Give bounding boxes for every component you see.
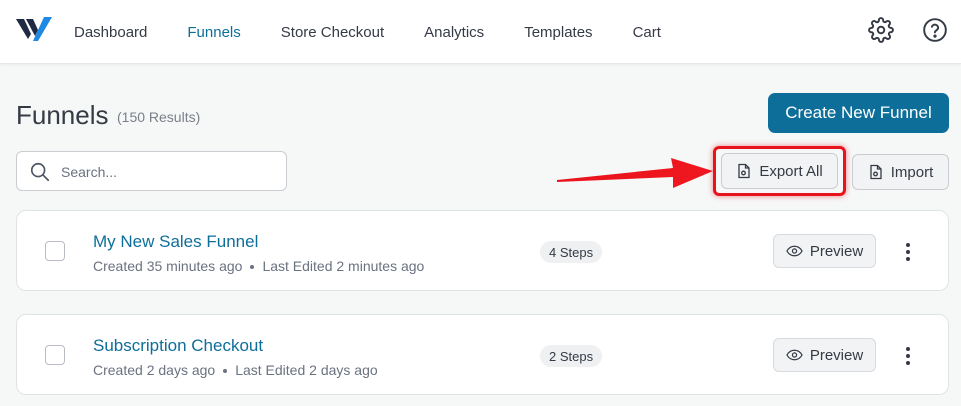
results-count: (150 Results)	[117, 109, 201, 125]
separator-dot	[250, 265, 255, 270]
nav-item-dashboard[interactable]: Dashboard	[74, 24, 147, 41]
eye-icon	[786, 349, 803, 361]
nav-item-cart[interactable]: Cart	[633, 24, 661, 41]
import-file-icon	[870, 164, 882, 180]
eye-icon	[786, 245, 803, 257]
funnel-created: Created 35 minutes ago	[93, 258, 243, 274]
funnel-card: My New Sales Funnel Created 35 minutes a…	[16, 210, 949, 291]
funnel-meta: Created 2 days ago Last Edited 2 days ago	[93, 362, 378, 378]
separator-dot	[223, 369, 228, 374]
create-new-funnel-button[interactable]: Create New Funnel	[768, 93, 949, 133]
app-logo-icon[interactable]	[16, 17, 52, 41]
top-navigation-bar: Dashboard Funnels Store Checkout Analyti…	[0, 0, 961, 64]
export-all-label: Export All	[759, 162, 823, 180]
nav-item-store-checkout[interactable]: Store Checkout	[281, 24, 384, 41]
funnel-card: Subscription Checkout Created 2 days ago…	[16, 314, 949, 395]
preview-label: Preview	[809, 346, 864, 364]
export-file-icon	[738, 163, 750, 179]
nav-item-analytics[interactable]: Analytics	[424, 24, 484, 41]
search-input[interactable]	[61, 160, 276, 184]
more-options-icon[interactable]	[897, 345, 919, 367]
search-icon	[30, 162, 50, 182]
funnel-select-checkbox[interactable]	[45, 345, 65, 365]
import-button[interactable]: Import	[852, 154, 949, 190]
help-button[interactable]	[922, 17, 948, 43]
preview-label: Preview	[809, 242, 864, 260]
funnel-select-checkbox[interactable]	[45, 241, 65, 261]
export-all-button[interactable]: Export All	[721, 153, 838, 189]
help-icon	[923, 18, 947, 42]
import-label: Import	[890, 163, 934, 181]
annotation-arrow	[557, 158, 713, 188]
funnel-title[interactable]: Subscription Checkout	[93, 336, 263, 356]
steps-badge: 2 Steps	[540, 345, 603, 367]
page-title: Funnels	[16, 100, 109, 130]
funnel-last-edited: Last Edited 2 minutes ago	[262, 258, 425, 274]
steps-badge: 4 Steps	[540, 241, 603, 263]
funnel-last-edited: Last Edited 2 days ago	[235, 362, 378, 378]
settings-button[interactable]	[868, 17, 894, 43]
funnel-title[interactable]: My New Sales Funnel	[93, 232, 258, 252]
more-options-icon[interactable]	[897, 241, 919, 263]
main-nav: Dashboard Funnels Store Checkout Analyti…	[74, 0, 701, 64]
nav-item-templates[interactable]: Templates	[524, 24, 592, 41]
preview-button[interactable]: Preview	[773, 234, 876, 268]
search-box[interactable]	[16, 151, 287, 191]
nav-item-funnels[interactable]: Funnels	[187, 24, 240, 41]
gear-icon	[868, 17, 894, 43]
preview-button[interactable]: Preview	[773, 338, 876, 372]
funnel-created: Created 2 days ago	[93, 362, 216, 378]
funnel-meta: Created 35 minutes ago Last Edited 2 minu…	[93, 258, 424, 274]
